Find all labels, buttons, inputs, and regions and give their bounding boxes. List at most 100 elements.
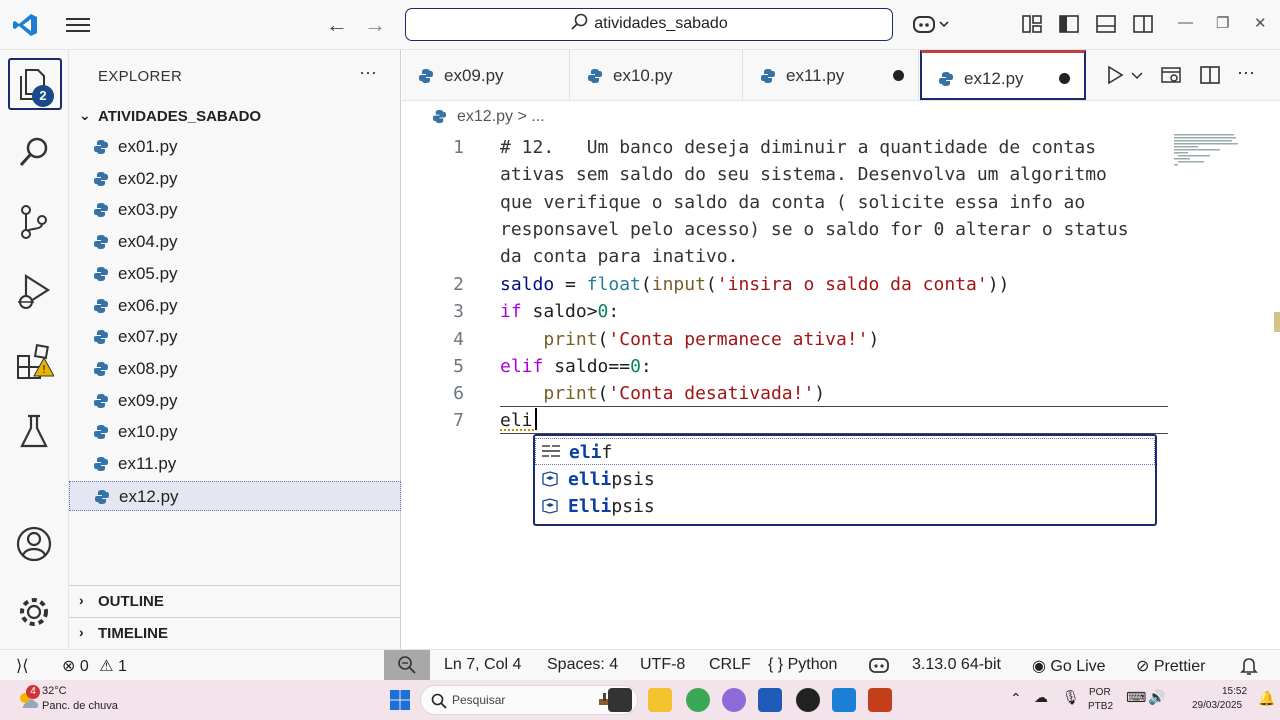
account-icon[interactable] [14,524,54,564]
file-item[interactable]: ex10.py [69,417,401,447]
suggestion-item[interactable]: Ellipsis [535,493,1155,520]
customize-layout-icon[interactable] [1021,13,1043,35]
command-center-search[interactable]: atividades_sabado [405,8,893,41]
github-icon[interactable] [796,688,820,712]
python-interpreter[interactable]: 3.13.0 64-bit [912,656,1001,674]
volume-icon[interactable]: 🔊 [1148,689,1165,706]
copilot-icon[interactable] [912,13,952,35]
testing-icon[interactable] [14,412,54,452]
toggle-panel-icon[interactable] [1095,13,1117,35]
bell-icon[interactable] [1240,656,1258,676]
prettier-status[interactable]: ⊘ Prettier [1136,656,1205,676]
powerpoint-icon[interactable] [868,688,892,712]
editor-tab[interactable]: ex09.py [402,50,570,100]
tab-label: ex12.py [964,69,1024,88]
editor-tab[interactable]: ex10.py [571,50,743,100]
breadcrumb-file[interactable]: ex12.py [457,108,513,125]
copilot-app-icon[interactable] [722,688,746,712]
back-arrow-icon[interactable]: ← [326,12,348,38]
breadcrumb-path[interactable]: ex12.py > ... [457,108,545,126]
clock-time[interactable]: 15:52 [1222,686,1247,697]
language-indicator[interactable]: POR [1089,687,1111,698]
suggestion-widget: elif ellipsis Ellipsis [533,434,1157,526]
file-item[interactable]: ex08.py [69,354,401,384]
unsaved-dot-icon[interactable] [893,70,904,81]
close-button[interactable]: ✕ [1254,14,1267,32]
minimap[interactable] [1172,132,1242,172]
python-file-icon [93,424,109,440]
toggle-secondary-sidebar-icon[interactable] [1132,13,1154,35]
line-ending[interactable]: CRLF [709,656,751,674]
explorer-header: EXPLORER [98,68,183,85]
clock-date[interactable]: 29/03/2025 [1192,700,1242,711]
suggestion-item[interactable]: elif [535,438,1155,465]
editor-tab[interactable]: ex11.py [744,50,919,100]
copilot-status-icon[interactable] [868,656,890,674]
file-item[interactable]: ex11.py [69,449,401,479]
cloud-icon[interactable]: ☁ [1034,689,1048,706]
folder-row[interactable]: ⌄ ATIVIDADES_SABADO [69,106,401,128]
file-item[interactable]: ex09.py [69,386,401,416]
vscode-taskbar-icon[interactable] [832,688,856,712]
minimize-button[interactable]: — [1178,14,1193,31]
taskbar-search[interactable]: Pesquisar [420,685,638,715]
run-debug-icon[interactable] [14,272,54,312]
language-mode[interactable]: { } Python [768,656,837,674]
scrollbar-thumb[interactable] [1274,312,1280,332]
breadcrumb-more[interactable]: ... [531,108,544,125]
menu-icon[interactable] [66,14,90,36]
file-item[interactable]: ex03.py [69,195,401,225]
token-function: print [543,329,598,350]
suggestion-item[interactable]: ellipsis [535,466,1155,493]
open-preview-icon[interactable] [1160,64,1182,86]
toggle-primary-sidebar-icon[interactable] [1058,13,1080,35]
remote-indicator[interactable]: ⟩⟨ [16,656,28,676]
zoom-indicator[interactable] [384,650,430,681]
file-item[interactable]: ex07.py [69,322,401,352]
chevron-up-icon[interactable]: ⌃ [1010,690,1022,707]
variable-icon [542,471,558,487]
keyboard-layout[interactable]: PTB2 [1088,701,1113,712]
windows-start-icon[interactable] [388,688,412,712]
file-item[interactable]: ex02.py [69,164,401,194]
run-icon[interactable] [1104,64,1126,86]
timeline-section[interactable]: › TIMELINE [69,617,401,647]
file-item[interactable]: ex12.py [69,480,401,511]
editor-tab[interactable]: ex12.py [920,50,1086,100]
file-item[interactable]: ex01.py [69,132,401,162]
tab-more-actions[interactable]: ··· [1237,62,1267,84]
suggestion-label: Ellipsis [568,496,655,517]
task-view-icon[interactable] [608,688,632,712]
cursor-position[interactable]: Ln 7, Col 4 [444,656,521,674]
source-control-icon[interactable] [14,202,54,242]
network-icon[interactable]: ⌨ [1126,689,1146,706]
file-item[interactable]: ex06.py [69,291,401,321]
file-item[interactable]: ex04.py [69,227,401,257]
go-live-button[interactable]: ◉ Go Live [1032,656,1106,676]
outline-section[interactable]: › OUTLINE [69,585,401,615]
settings-icon[interactable] [14,592,54,632]
extensions-icon[interactable]: ! [14,342,54,382]
split-editor-icon[interactable] [1199,64,1221,86]
indentation[interactable]: Spaces: 4 [547,656,618,674]
forward-arrow-icon[interactable]: → [364,12,386,38]
folder-name: ATIVIDADES_SABADO [98,108,262,125]
chrome-icon[interactable] [686,688,710,712]
microphone-icon[interactable]: 🎙 [1062,689,1080,706]
encoding[interactable]: UTF-8 [640,656,685,674]
problems-indicator[interactable]: ⊗ 0 ⚠ 1 [62,656,127,676]
code-editor[interactable]: 1 2 3 4 5 6 7 # 12. Um banco deseja dimi… [402,132,1280,649]
code-comment-line: # 12. Um banco deseja diminuir a quantid… [500,137,1097,158]
notification-icon[interactable]: 🔔 [1258,690,1275,707]
file-name: ex02.py [118,168,178,188]
unsaved-dot-icon[interactable] [1059,73,1070,84]
file-item[interactable]: ex05.py [69,259,401,289]
python-file-icon [760,68,776,84]
explorer-more-actions[interactable]: ··· [359,62,377,83]
restore-button[interactable]: ❐ [1216,14,1229,32]
search-icon[interactable] [14,132,54,172]
word-icon[interactable] [758,688,782,712]
file-explorer-icon[interactable] [648,688,672,712]
chevron-down-icon[interactable] [1130,64,1144,86]
vscode-logo-icon[interactable] [12,12,38,38]
